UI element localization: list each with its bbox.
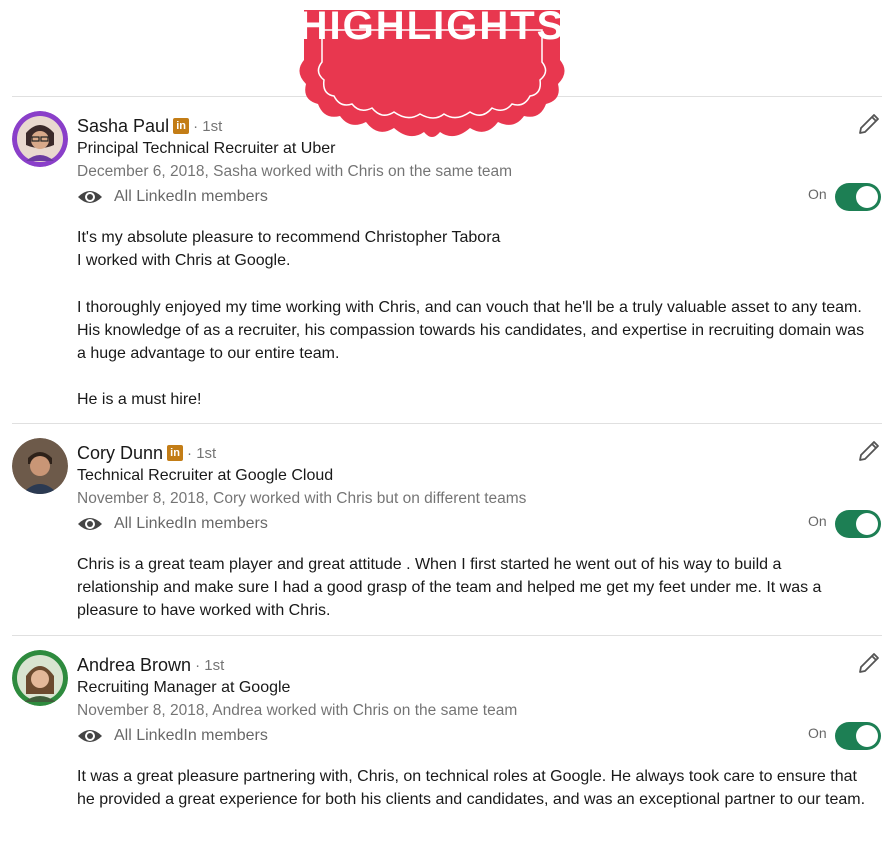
pencil-icon[interactable] — [856, 111, 882, 137]
recommender-name[interactable]: Andrea Brown — [77, 655, 191, 676]
name-line: Cory Dunn in · 1st — [77, 441, 216, 465]
connection-degree: · 1st — [195, 656, 225, 674]
recommendation-paragraph: It's my absolute pleasure to recommend C… — [77, 229, 501, 246]
visibility-toggle[interactable] — [835, 510, 881, 538]
recommender-headline: Technical Recruiter at Google Cloud — [77, 467, 334, 484]
recommendation-card: Cory Dunn in · 1st Technical Recruiter a… — [0, 424, 894, 634]
recommendation-paragraph: I thoroughly enjoyed my time working wit… — [77, 298, 865, 362]
linkedin-influencer-icon: in — [167, 445, 184, 461]
visibility-label: All LinkedIn members — [114, 727, 268, 744]
toggle-knob — [856, 186, 878, 208]
linkedin-influencer-icon: in — [173, 118, 190, 134]
relationship-info: December 6, 2018, Sasha worked with Chri… — [77, 163, 513, 180]
relationship-info: November 8, 2018, Cory worked with Chris… — [77, 490, 527, 507]
recommendation-text: It's my absolute pleasure to recommend C… — [77, 226, 867, 412]
recommendation-card: Andrea Brown · 1st Recruiting Manager at… — [0, 636, 894, 841]
connection-degree: · 1st — [187, 444, 217, 462]
connection-degree: · 1st — [193, 117, 223, 135]
avatar[interactable] — [12, 650, 68, 706]
toggle-label: On — [808, 725, 827, 741]
name-line: Andrea Brown · 1st — [77, 653, 224, 677]
recommendation-paragraph: I worked with Chris at Google. — [77, 252, 291, 270]
pencil-icon[interactable] — [856, 650, 882, 676]
recommendation-text: Chris is a great team player and great a… — [77, 553, 867, 623]
highlights-title: HIGHLIGHTS — [298, 4, 566, 48]
avatar[interactable] — [12, 111, 68, 167]
recommendation-card: Sasha Paul in · 1st Principal Technical … — [0, 97, 894, 423]
recommender-name[interactable]: Cory Dunn — [77, 443, 163, 464]
visibility-label: All LinkedIn members — [114, 515, 268, 532]
recommender-headline: Recruiting Manager at Google — [77, 679, 291, 696]
visibility-toggle[interactable] — [835, 722, 881, 750]
recommendation-paragraph: Chris is a great team player and great a… — [77, 556, 822, 620]
toggle-label: On — [808, 186, 827, 202]
recommendation-text: It was a great pleasure partnering with,… — [77, 765, 867, 811]
avatar[interactable] — [12, 438, 68, 494]
visibility-toggle[interactable] — [835, 183, 881, 211]
toggle-label: On — [808, 513, 827, 529]
visibility-label: All LinkedIn members — [114, 188, 268, 205]
toggle-knob — [856, 725, 878, 747]
recommender-headline: Principal Technical Recruiter at Uber — [77, 140, 336, 157]
recommendation-paragraph: He is a must hire! — [77, 391, 202, 409]
eye-icon — [78, 191, 102, 203]
name-line: Sasha Paul in · 1st — [77, 114, 222, 138]
recommender-name[interactable]: Sasha Paul — [77, 116, 169, 137]
eye-icon — [78, 730, 102, 742]
recommendation-paragraph: It was a great pleasure partnering with,… — [77, 768, 866, 809]
relationship-info: November 8, 2018, Andrea worked with Chr… — [77, 702, 518, 719]
pencil-icon[interactable] — [856, 438, 882, 464]
eye-icon — [78, 518, 102, 530]
visibility-setting: All LinkedIn members — [77, 725, 268, 747]
visibility-setting: All LinkedIn members — [77, 513, 268, 535]
highlights-banner: HIGHLIGHTS — [294, 0, 570, 142]
visibility-setting: All LinkedIn members — [77, 186, 268, 208]
toggle-knob — [856, 513, 878, 535]
